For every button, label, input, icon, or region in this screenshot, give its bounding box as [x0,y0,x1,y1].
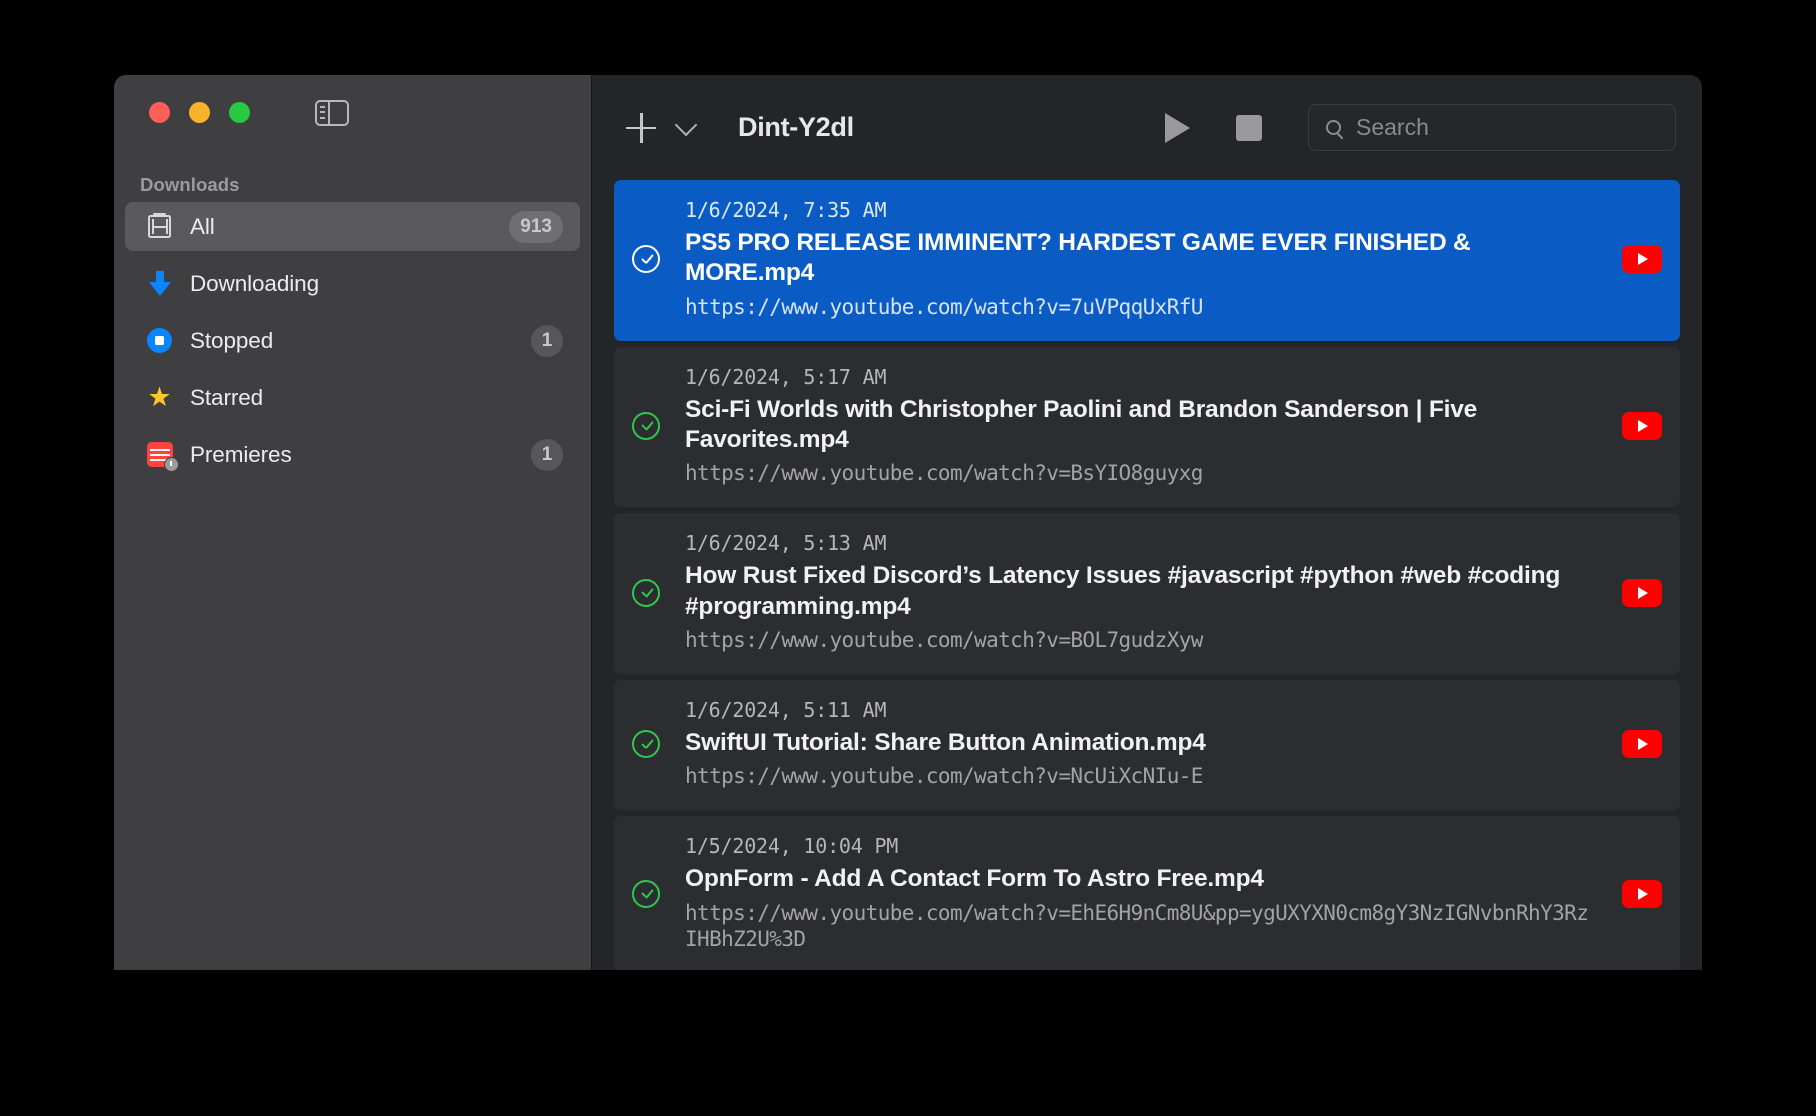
sidebar-toggle-icon[interactable] [315,99,349,126]
youtube-icon [1622,730,1662,758]
table-row[interactable]: 1/6/2024, 5:11 AM SwiftUI Tutorial: Shar… [614,679,1680,811]
sidebar-item-label: Stopped [190,327,274,353]
chevron-down-icon[interactable] [674,113,698,136]
window-titlebar [114,75,591,150]
row-content: 1/6/2024, 5:11 AM SwiftUI Tutorial: Shar… [685,698,1600,790]
table-row[interactable]: 1/6/2024, 7:35 AM PS5 PRO RELEASE IMMINE… [614,180,1680,341]
minimize-button[interactable] [189,102,210,123]
row-content: 1/6/2024, 5:17 AM Sci-Fi Worlds with Chr… [685,365,1600,488]
sidebar-item-badge: 1 [531,438,563,471]
sidebar-item-downloading[interactable]: Downloading [125,259,580,308]
sidebar-item-starred[interactable]: ★ Starred [125,373,580,422]
table-row[interactable]: 1/6/2024, 5:17 AM Sci-Fi Worlds with Chr… [614,346,1680,508]
search-placeholder: Search [1356,114,1429,140]
youtube-icon [1622,245,1662,274]
content-area: Dint-Y2dl Search 1/6/2024, 7:35 AM PS5 P… [592,75,1702,970]
row-content: 1/6/2024, 7:35 AM PS5 PRO RELEASE IMMINE… [685,198,1600,321]
sidebar-section-title: Downloads [140,174,240,195]
traffic-lights [149,102,250,123]
plus-icon[interactable] [626,112,656,143]
status-complete-icon [632,245,660,274]
row-title: PS5 PRO RELEASE IMMINENT? HARDEST GAME E… [685,229,1471,287]
row-title: OpnForm - Add A Contact Form To Astro Fr… [685,865,1264,893]
stop-icon[interactable] [1236,114,1262,141]
sidebar-item-label: Premieres [190,441,292,467]
row-content: 1/5/2024, 10:04 PM OpnForm - Add A Conta… [685,834,1600,953]
sidebar-item-stopped[interactable]: Stopped 1 [125,316,580,365]
app-window: Downloads All 913 Downloading Stopped 1 … [114,75,1702,970]
close-button[interactable] [149,102,170,123]
youtube-icon [1622,879,1662,908]
row-url: https://www.youtube.com/watch?v=NcUiXcNI… [685,764,1203,789]
toolbar: Dint-Y2dl Search [592,75,1702,180]
download-arrow-icon [143,270,176,297]
youtube-icon [1622,578,1662,607]
search-input[interactable]: Search [1308,104,1676,151]
row-date: 1/6/2024, 7:35 AM [685,198,887,222]
sidebar-item-label: Starred [190,384,264,410]
zoom-button[interactable] [229,102,250,123]
row-date: 1/6/2024, 5:11 AM [685,697,887,722]
status-complete-icon [632,730,660,758]
status-complete-icon [632,411,660,440]
calendar-clock-icon [143,442,179,472]
row-url: https://www.youtube.com/watch?v=BOL7gudz… [685,628,1203,652]
row-date: 1/5/2024, 10:04 PM [685,834,899,859]
search-icon [1326,120,1341,135]
row-date: 1/6/2024, 5:13 AM [685,531,887,556]
downloads-list[interactable]: 1/6/2024, 7:35 AM PS5 PRO RELEASE IMMINE… [592,180,1702,970]
sidebar-item-label: Downloading [190,270,319,296]
film-icon [143,212,176,238]
sidebar-item-premieres[interactable]: Premieres 1 [125,430,580,479]
row-title: SwiftUI Tutorial: Share Button Animation… [685,728,1206,756]
row-url: https://www.youtube.com/watch?v=BsYIO8gu… [685,461,1203,486]
row-url: https://www.youtube.com/watch?v=7uVPqqUx… [685,294,1203,319]
row-url: https://www.youtube.com/watch?v=EhE6H9nC… [685,900,1589,952]
row-content: 1/6/2024, 5:13 AM How Rust Fixed Discord… [685,531,1600,654]
sidebar-item-all[interactable]: All 913 [125,202,580,251]
row-title: Sci-Fi Worlds with Christopher Paolini a… [685,395,1478,453]
sidebar: Downloads All 913 Downloading Stopped 1 … [114,75,592,970]
table-row[interactable]: 1/5/2024, 10:04 PM OpnForm - Add A Conta… [614,816,1680,970]
sidebar-item-badge: 1 [531,324,563,357]
play-icon[interactable] [1165,112,1190,143]
row-date: 1/6/2024, 5:17 AM [685,364,887,389]
table-row[interactable]: 1/6/2024, 5:13 AM How Rust Fixed Discord… [614,513,1680,674]
stop-circle-icon [143,328,176,353]
sidebar-item-label: All [190,213,215,239]
row-title: How Rust Fixed Discord’s Latency Issues … [685,562,1561,620]
page-title: Dint-Y2dl [738,112,854,142]
youtube-icon [1622,411,1662,440]
status-complete-icon [632,879,660,908]
sidebar-item-badge: 913 [509,210,563,243]
star-icon: ★ [147,382,172,412]
status-complete-icon [632,578,660,607]
sidebar-nav-list: All 913 Downloading Stopped 1 ★ Starred … [114,202,591,479]
